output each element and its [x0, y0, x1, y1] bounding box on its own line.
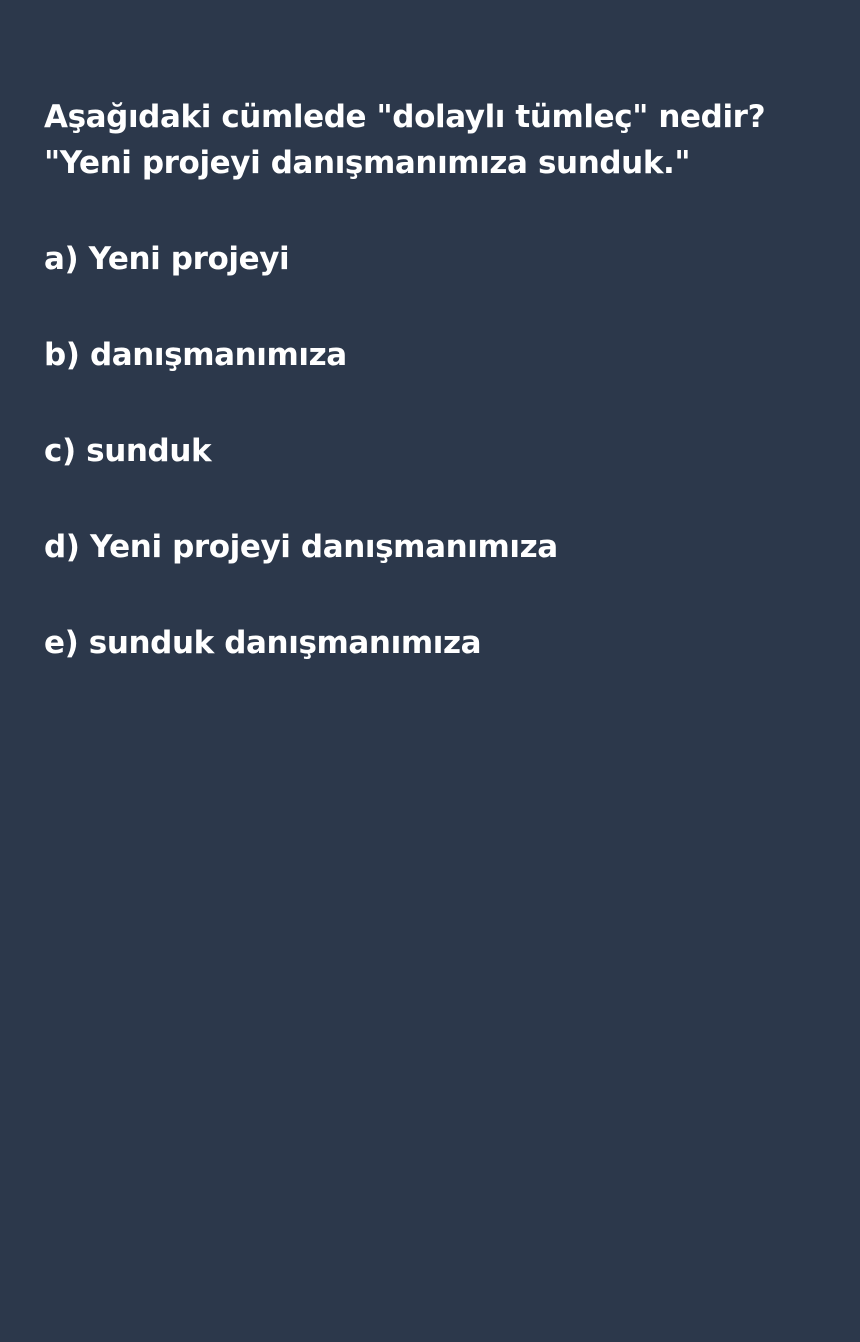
- quiz-card: Aşağıdaki cümlede "dolaylı tümleç" nedir…: [44, 94, 834, 716]
- option-c[interactable]: c) sunduk: [44, 428, 834, 474]
- option-d[interactable]: d) Yeni projeyi danışmanımıza: [44, 524, 834, 570]
- question-text: Aşağıdaki cümlede "dolaylı tümleç" nedir…: [44, 99, 766, 135]
- option-e[interactable]: e) sunduk danışmanımıza: [44, 620, 834, 666]
- answer-options: a) Yeni projeyi b) danışmanımıza c) sund…: [44, 236, 834, 666]
- question: Aşağıdaki cümlede "dolaylı tümleç" nedir…: [44, 94, 834, 186]
- question-sentence: "Yeni projeyi danışmanımıza sunduk.": [44, 145, 691, 181]
- option-a[interactable]: a) Yeni projeyi: [44, 236, 834, 282]
- option-b[interactable]: b) danışmanımıza: [44, 332, 834, 378]
